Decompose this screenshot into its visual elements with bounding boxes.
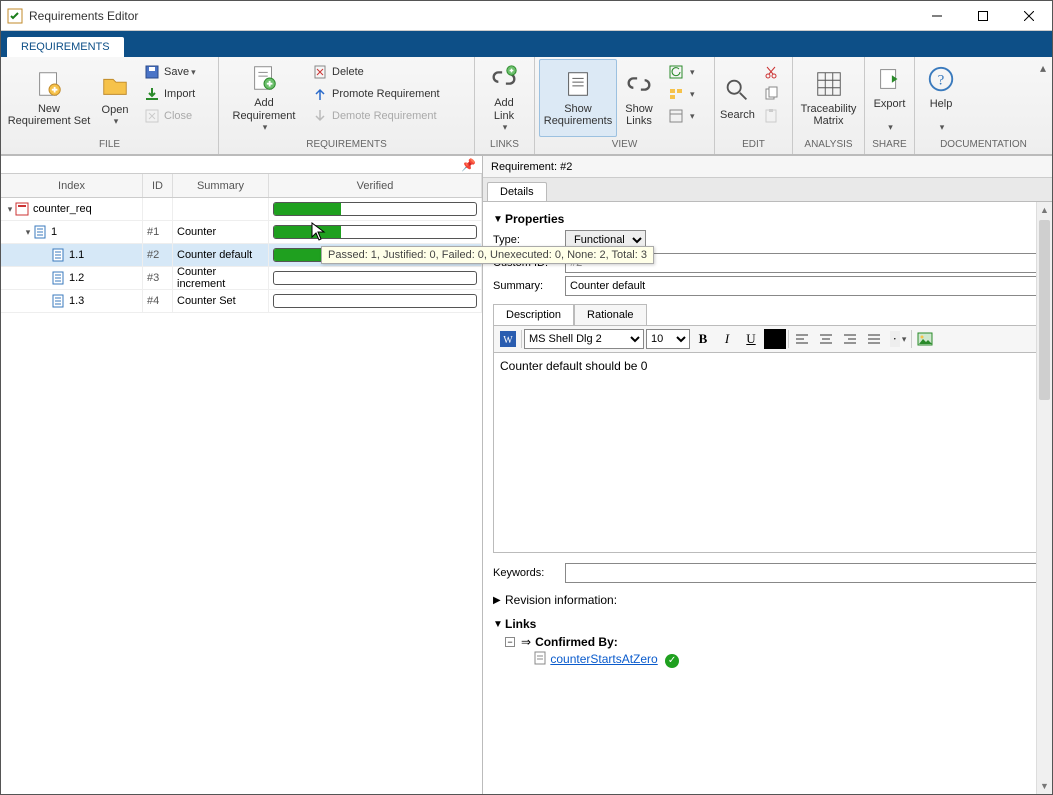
richtext-toolbar: W MS Shell Dlg 2 10 B I U ·▾ <box>493 326 1042 353</box>
collapse-icon[interactable]: − <box>505 637 515 647</box>
cut-button[interactable] <box>758 61 788 83</box>
open-button[interactable]: Open▾ <box>93 59 137 137</box>
col-verified[interactable]: Verified <box>269 174 482 197</box>
font-family-select[interactable]: MS Shell Dlg 2 <box>524 329 644 349</box>
help-button[interactable]: ? Help▾ <box>919 59 963 137</box>
revision-section-header[interactable]: ▶Revision information: <box>493 593 1042 607</box>
align-center-button[interactable] <box>815 329 837 349</box>
import-button[interactable]: Import <box>139 83 201 105</box>
highlight-button[interactable]: ·▾ <box>887 329 909 349</box>
links-section-header[interactable]: ▼Links <box>493 617 1042 631</box>
col-id[interactable]: ID <box>143 174 173 197</box>
new-requirement-set-button[interactable]: New Requirement Set <box>5 59 93 137</box>
save-button[interactable]: Save▾ <box>139 61 201 83</box>
close-file-button[interactable]: Close <box>139 105 201 127</box>
delete-requirement-button[interactable]: Delete <box>307 61 445 83</box>
summary-input[interactable] <box>565 276 1042 296</box>
collapse-ribbon-icon[interactable]: ▴ <box>1038 59 1048 77</box>
type-label: Type: <box>493 234 565 246</box>
table-row[interactable]: 1.2#3Counter increment <box>1 267 482 290</box>
view-opt-1[interactable]: ▾ <box>663 61 700 83</box>
summary-label: Summary: <box>493 280 565 292</box>
promote-requirement-button[interactable]: Promote Requirement <box>307 83 445 105</box>
table-row[interactable]: 1.3#4Counter Set <box>1 290 482 313</box>
svg-text:?: ? <box>938 72 945 88</box>
description-editor[interactable]: Counter default should be 0 <box>493 353 1042 553</box>
group-label-edit: EDIT <box>719 139 788 154</box>
minimize-button[interactable] <box>914 1 960 31</box>
table-row[interactable]: ▾1#1Counter <box>1 221 482 244</box>
detail-tabs: Details <box>483 178 1052 202</box>
tab-details[interactable]: Details <box>487 182 547 201</box>
verified-check-icon: ✓ <box>665 654 679 668</box>
group-label-analysis: ANALYSIS <box>797 139 860 154</box>
link-counterstartsatzero[interactable]: counterStartsAtZero <box>550 652 657 666</box>
verification-tooltip: Passed: 1, Justified: 0, Failed: 0, Unex… <box>321 246 654 264</box>
traceability-matrix-button[interactable]: Traceability Matrix <box>797 59 860 137</box>
group-label-share: SHARE <box>869 139 910 154</box>
description-tab[interactable]: Description <box>493 304 574 325</box>
view-opt-3[interactable]: ▾ <box>663 105 700 127</box>
search-button[interactable]: Search <box>719 59 756 137</box>
add-link-button[interactable]: Add Link▾ <box>479 59 529 137</box>
link-doc-icon <box>533 652 547 666</box>
window-title: Requirements Editor <box>29 9 914 23</box>
insert-image-button[interactable] <box>914 329 936 349</box>
toolstrip-tabs: REQUIREMENTS <box>1 31 1052 57</box>
app-icon <box>7 8 23 24</box>
export-button[interactable]: Export▾ <box>869 59 910 137</box>
underline-button[interactable]: U <box>740 329 762 349</box>
group-label-file: FILE <box>5 139 214 154</box>
group-label-links: LINKS <box>479 139 530 154</box>
details-scrollbar[interactable]: ▲ ▼ <box>1036 202 1052 794</box>
pin-icon[interactable]: 📌 <box>461 158 476 172</box>
align-justify-button[interactable] <box>863 329 885 349</box>
bold-button[interactable]: B <box>692 329 714 349</box>
copy-button[interactable] <box>758 83 788 105</box>
col-summary[interactable]: Summary <box>173 174 269 197</box>
grid-body: ▾counter_req▾1#1Counter1.1#2Counter defa… <box>1 198 482 794</box>
add-requirement-button[interactable]: Add Requirement▾ <box>223 59 305 137</box>
titlebar: Requirements Editor <box>1 1 1052 31</box>
keywords-input[interactable] <box>565 563 1042 583</box>
font-color-button[interactable] <box>764 329 786 349</box>
maximize-button[interactable] <box>960 1 1006 31</box>
group-label-documentation: DOCUMENTATION <box>919 139 1048 154</box>
paste-button[interactable] <box>758 105 788 127</box>
word-icon[interactable]: W <box>497 329 519 349</box>
arrow-right-icon: ⇒ <box>521 635 531 649</box>
italic-button[interactable]: I <box>716 329 738 349</box>
group-label-requirements: REQUIREMENTS <box>223 139 470 154</box>
close-button[interactable] <box>1006 1 1052 31</box>
requirement-header: Requirement: #2 <box>483 156 1052 178</box>
show-links-button[interactable]: Show Links <box>617 59 661 137</box>
show-requirements-button[interactable]: Show Requirements <box>539 59 617 137</box>
group-label-view: VIEW <box>539 139 710 154</box>
table-row[interactable]: ▾counter_req <box>1 198 482 221</box>
align-right-button[interactable] <box>839 329 861 349</box>
confirmed-by-label: Confirmed By: <box>535 635 618 649</box>
svg-text:W: W <box>503 335 513 346</box>
demote-requirement-button[interactable]: Demote Requirement <box>307 105 445 127</box>
ribbon: New Requirement Set Open▾ Save▾ Import C… <box>1 57 1052 155</box>
keywords-label: Keywords: <box>493 567 565 579</box>
grid-header: Index ID Summary Verified <box>1 174 482 198</box>
col-index[interactable]: Index <box>1 174 143 197</box>
font-size-select[interactable]: 10 <box>646 329 690 349</box>
properties-section-header[interactable]: ▼Properties <box>493 212 1042 226</box>
tab-requirements[interactable]: REQUIREMENTS <box>7 37 124 57</box>
align-left-button[interactable] <box>791 329 813 349</box>
rationale-tab[interactable]: Rationale <box>574 304 646 325</box>
view-opt-2[interactable]: ▾ <box>663 83 700 105</box>
mouse-cursor-icon <box>311 222 327 242</box>
